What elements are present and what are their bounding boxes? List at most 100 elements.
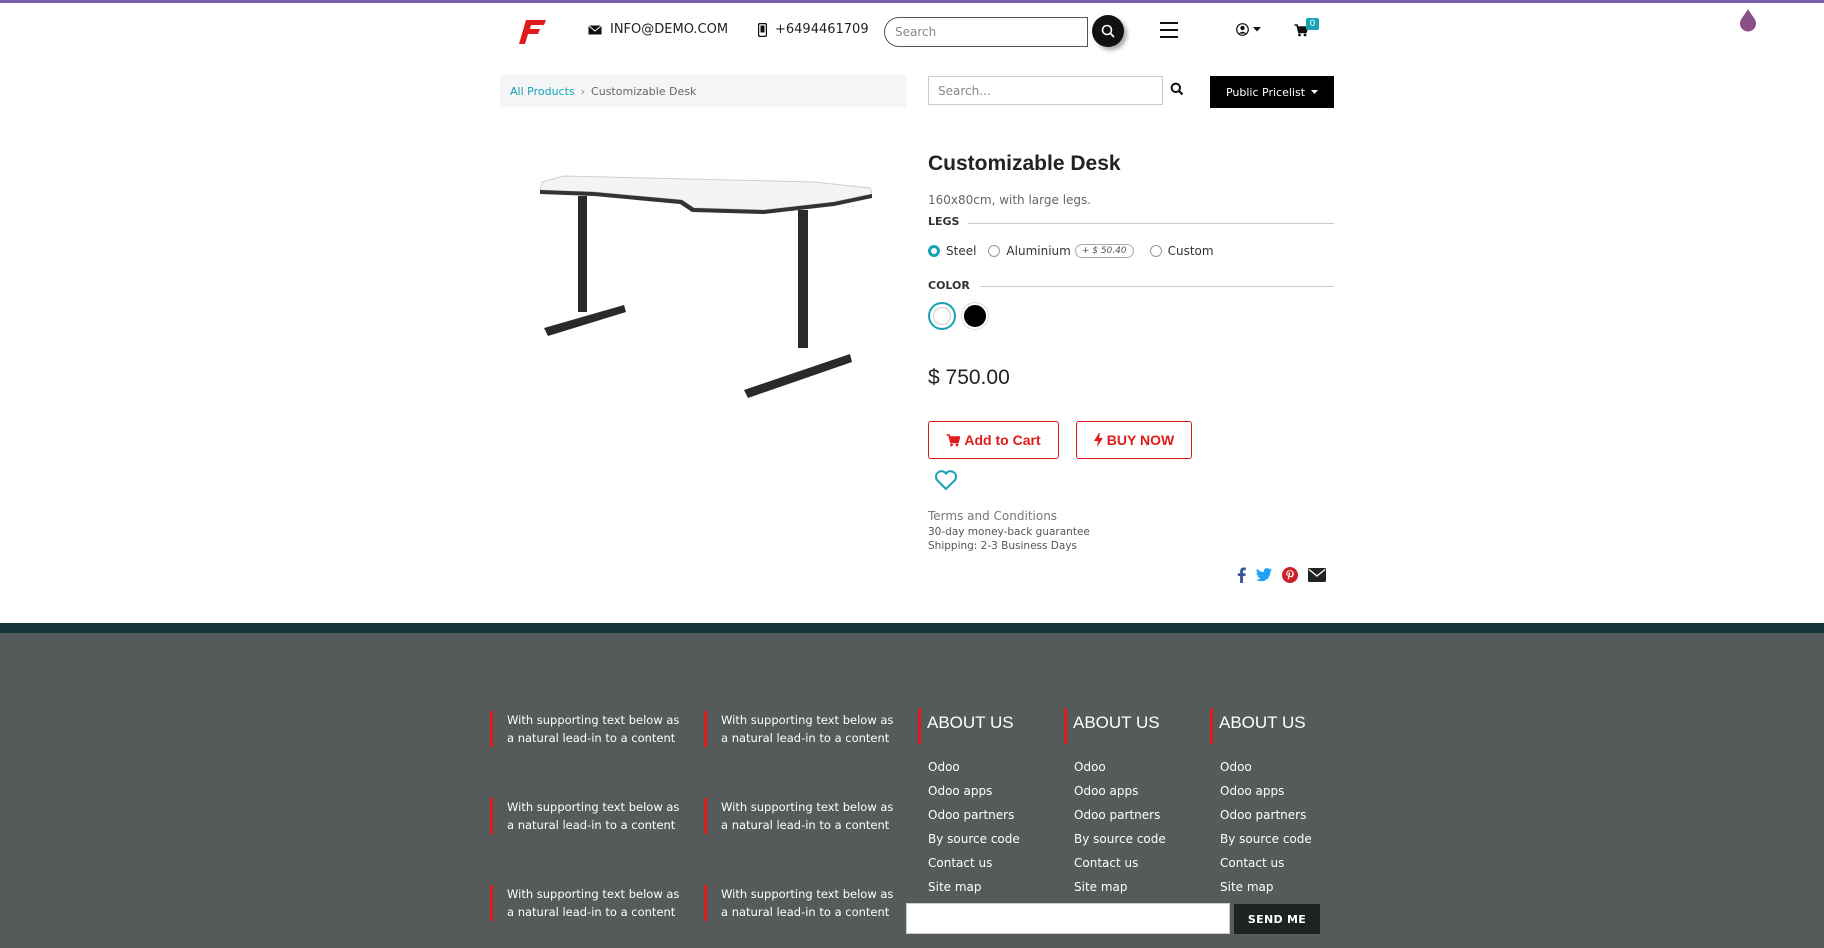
pinterest-icon[interactable]: [1282, 567, 1298, 583]
terms-link[interactable]: Terms and Conditions: [928, 509, 1057, 523]
footer: [0, 623, 1824, 948]
radio-selected[interactable]: [928, 245, 940, 257]
social-share: [1237, 567, 1326, 583]
facebook-icon[interactable]: [1237, 567, 1246, 583]
legs-option-label: Aluminium: [1006, 244, 1071, 258]
heart-icon[interactable]: [934, 469, 958, 491]
feature-line: With supporting text below as: [507, 800, 680, 814]
breadcrumb-all-products[interactable]: All Products: [510, 85, 575, 98]
search-icon: [1101, 24, 1115, 38]
cart-icon: [946, 433, 961, 446]
feature-line: With supporting text below as: [721, 713, 894, 727]
user-menu[interactable]: [1236, 23, 1261, 36]
newsletter-email-input[interactable]: [906, 903, 1230, 934]
feature-text: With supporting text below as a natural …: [704, 798, 904, 834]
feature-line: a natural lead-in to a content: [721, 731, 890, 745]
footer-link[interactable]: Odoo: [1220, 758, 1350, 782]
feature-line: With supporting text below as: [507, 887, 680, 901]
footer-link[interactable]: Contact us: [928, 854, 1058, 878]
buy-now-label: BUY NOW: [1106, 432, 1175, 448]
feature-line: a natural lead-in to a content: [721, 905, 890, 919]
footer-link[interactable]: Site map: [928, 878, 1058, 902]
feature-text: With supporting text below as a natural …: [490, 711, 690, 747]
header-phone[interactable]: +6494461709: [758, 22, 869, 37]
feature-text: With supporting text below as a natural …: [490, 798, 690, 834]
footer-link[interactable]: Odoo partners: [1220, 806, 1350, 830]
footer-link[interactable]: Odoo partners: [1074, 806, 1204, 830]
footer-top-border: [0, 623, 1824, 633]
envelope-icon: [588, 24, 602, 34]
envelope-icon[interactable]: [1308, 568, 1326, 582]
twitter-icon[interactable]: [1256, 568, 1272, 582]
about-column: ABOUT US Odoo Odoo apps Odoo partners By…: [918, 708, 1058, 902]
feature-line: With supporting text below as: [721, 800, 894, 814]
bolt-icon: [1093, 433, 1103, 447]
header-phone-text: +6494461709: [775, 22, 869, 37]
hamburger-icon[interactable]: [1160, 22, 1178, 38]
header-email[interactable]: INFO@DEMO.COM: [588, 22, 728, 37]
feature-text: With supporting text below as a natural …: [490, 885, 690, 921]
guarantee-text: 30-day money-back guarantee: [928, 526, 1090, 538]
footer-link[interactable]: By source code: [1220, 830, 1350, 854]
product-search-input[interactable]: [928, 76, 1163, 105]
drop-icon[interactable]: [1738, 8, 1758, 32]
send-me-button[interactable]: SEND ME: [1234, 904, 1320, 934]
legs-options: Steel Aluminium + $ 50.40 Custom: [928, 244, 1214, 258]
search-icon[interactable]: [1170, 82, 1184, 96]
header-search-button[interactable]: [1092, 15, 1124, 47]
feature-line: a natural lead-in to a content: [507, 905, 676, 919]
footer-link[interactable]: Site map: [1220, 878, 1350, 902]
add-to-cart-button[interactable]: Add to Cart: [928, 421, 1059, 459]
feature-line: With supporting text below as: [507, 713, 680, 727]
cart-button[interactable]: 0: [1294, 18, 1319, 41]
top-accent-line: [0, 0, 1824, 3]
header-email-text: INFO@DEMO.COM: [610, 22, 729, 37]
footer-link[interactable]: Odoo apps: [1220, 782, 1350, 806]
footer-link[interactable]: Odoo apps: [928, 782, 1058, 806]
about-column: ABOUT US Odoo Odoo apps Odoo partners By…: [1064, 708, 1204, 902]
radio-unselected[interactable]: [1149, 245, 1162, 257]
price-extra-badge: + $ 50.40: [1074, 244, 1134, 258]
buy-now-button[interactable]: BUY NOW: [1076, 421, 1192, 459]
pricelist-label: Public Pricelist: [1225, 85, 1306, 99]
color-swatch-white[interactable]: [928, 302, 956, 330]
legs-option-aluminium[interactable]: Aluminium + $ 50.40: [988, 244, 1134, 258]
legs-option-steel[interactable]: Steel: [928, 244, 976, 258]
about-title: ABOUT US: [1064, 708, 1204, 744]
legs-divider: [968, 223, 1334, 224]
about-title: ABOUT US: [918, 708, 1058, 744]
product-image: [539, 175, 873, 398]
pricelist-dropdown[interactable]: Public Pricelist: [1210, 76, 1334, 108]
footer-link[interactable]: Odoo: [1074, 758, 1204, 782]
color-attribute-label: COLOR: [928, 279, 970, 292]
product-title: Customizable Desk: [928, 152, 1121, 175]
footer-link[interactable]: Odoo partners: [928, 806, 1058, 830]
color-divider: [980, 286, 1334, 287]
header-search-input[interactable]: [884, 17, 1088, 47]
feature-line: a natural lead-in to a content: [507, 818, 676, 832]
legs-attribute-label: LEGS: [928, 215, 960, 228]
product-price: $ 750.00: [928, 366, 1010, 389]
color-swatch-black[interactable]: [962, 303, 988, 329]
breadcrumb: All Products › Customizable Desk: [500, 75, 906, 107]
caret-down-icon: [1253, 27, 1261, 32]
about-column: ABOUT US Odoo Odoo apps Odoo partners By…: [1210, 708, 1350, 902]
legs-option-label: Custom: [1167, 244, 1214, 258]
footer-link[interactable]: Site map: [1074, 878, 1204, 902]
footer-link[interactable]: Contact us: [1074, 854, 1204, 878]
legs-option-custom[interactable]: Custom: [1149, 244, 1214, 258]
caret-down-icon: [1311, 90, 1319, 94]
add-to-cart-label: Add to Cart: [964, 432, 1041, 448]
footer-link[interactable]: By source code: [1074, 830, 1204, 854]
footer-link[interactable]: By source code: [928, 830, 1058, 854]
footer-link[interactable]: Odoo: [928, 758, 1058, 782]
product-description: 160x80cm, with large legs.: [928, 193, 1092, 207]
footer-link[interactable]: Odoo apps: [1074, 782, 1204, 806]
footer-link[interactable]: Contact us: [1220, 854, 1350, 878]
feature-text: With supporting text below as a natural …: [704, 885, 904, 921]
radio-unselected[interactable]: [988, 245, 1001, 257]
breadcrumb-current: Customizable Desk: [591, 84, 697, 98]
about-title: ABOUT US: [1210, 708, 1350, 744]
feature-line: a natural lead-in to a content: [721, 818, 890, 832]
logo-icon[interactable]: [518, 18, 548, 46]
